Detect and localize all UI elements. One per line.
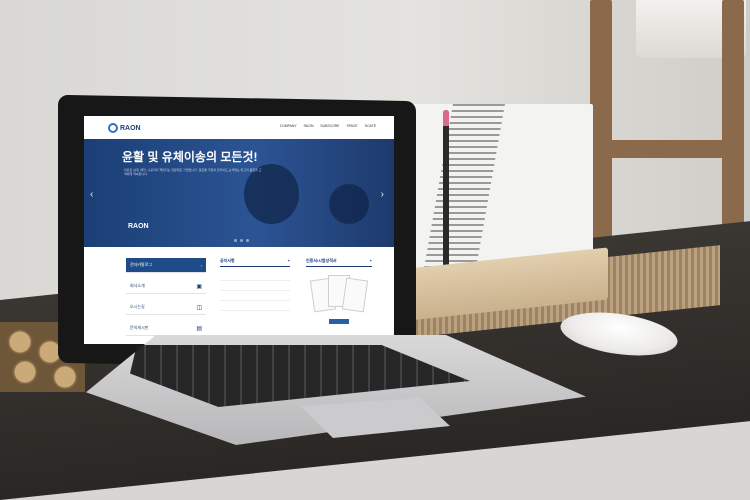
plus-icon[interactable]: + — [288, 258, 290, 264]
hero-pagination — [234, 239, 249, 242]
ladder-rung — [604, 140, 734, 158]
notice-row[interactable] — [220, 281, 290, 291]
quick-menu-label: 문의게시판 — [130, 325, 149, 330]
certificates-title[interactable]: 인증서/시험성적서 + — [306, 258, 372, 267]
hero-prev-arrow[interactable]: ‹ — [90, 189, 93, 200]
quick-menu-item[interactable]: 전자카탈로그 › — [126, 258, 206, 273]
quick-menu-item[interactable]: 오시는길 ◫ — [126, 300, 206, 315]
hero-illustration — [329, 184, 369, 224]
nav-item[interactable]: SUBSCORE — [320, 124, 339, 128]
certificates-panel: 인증서/시험성적서 + — [306, 258, 372, 324]
pagination-dot[interactable] — [246, 239, 249, 242]
pen — [443, 110, 449, 275]
certificate-page — [341, 277, 369, 313]
notice-row[interactable] — [220, 301, 290, 311]
site-logo[interactable]: RAON — [108, 123, 141, 133]
quick-menu-item[interactable]: 문의게시판 ▤ — [126, 321, 206, 336]
logo-mark-icon — [108, 123, 118, 133]
hero-next-arrow[interactable]: › — [381, 189, 384, 200]
hero-subtitle: 라온은 설계, 제작, 시공까지 책임지는 전문제조 기업입니다. 글로벌 기업… — [124, 168, 262, 176]
certificates-more-button[interactable] — [329, 319, 349, 324]
hero-logo: RAON — [128, 223, 149, 230]
notice-title-text: 공지사항 — [220, 258, 235, 263]
quick-menu-label: 전자카탈로그 — [130, 262, 153, 267]
pen-tip — [443, 110, 449, 126]
nav-item[interactable]: RAON — [304, 124, 314, 128]
nav-item[interactable]: COMPANY — [280, 124, 297, 128]
nav-item[interactable]: SCAFE — [365, 124, 376, 128]
nav-item[interactable]: SPACE — [346, 124, 357, 128]
pagination-dot[interactable] — [234, 239, 237, 242]
plus-icon[interactable]: + — [370, 258, 372, 264]
site-logo-text: RAON — [120, 124, 141, 132]
ladder-rail-left — [590, 0, 612, 245]
site-header: RAON COMPANY RAON SUBSCORE SPACE SCAFE — [84, 116, 394, 140]
certificate-thumbnails[interactable] — [306, 271, 372, 313]
quick-menu-item[interactable]: 회사소개 ▣ — [126, 279, 206, 294]
hero-title: 윤활 및 유체이송의 모든것! — [122, 150, 258, 164]
chevron-right-icon: › — [200, 262, 202, 268]
main-nav: COMPANY RAON SUBSCORE SPACE SCAFE — [280, 124, 376, 128]
hero-banner: 윤활 및 유체이송의 모든것! 라온은 설계, 제작, 시공까지 책임지는 전문… — [84, 139, 394, 247]
quick-menu-label: 오시는길 — [130, 304, 145, 309]
quick-menu: 전자카탈로그 › 회사소개 ▣ 오시는길 ◫ 문의게시판 ▤ — [126, 258, 206, 342]
notice-title[interactable]: 공지사항 + — [220, 258, 290, 267]
laptop-screen: RAON COMPANY RAON SUBSCORE SPACE SCAFE 윤… — [84, 116, 394, 344]
notice-panel: 공지사항 + — [220, 258, 290, 311]
certificates-title-text: 인증서/시험성적서 — [306, 258, 337, 263]
map-icon: ◫ — [196, 304, 202, 311]
ladder-rail-right — [722, 0, 744, 240]
notice-row[interactable] — [220, 271, 290, 281]
building-icon: ▣ — [196, 283, 202, 290]
board-icon: ▤ — [196, 325, 202, 332]
pagination-dot[interactable] — [240, 239, 243, 242]
quick-menu-label: 회사소개 — [130, 283, 145, 288]
notice-row[interactable] — [220, 291, 290, 301]
